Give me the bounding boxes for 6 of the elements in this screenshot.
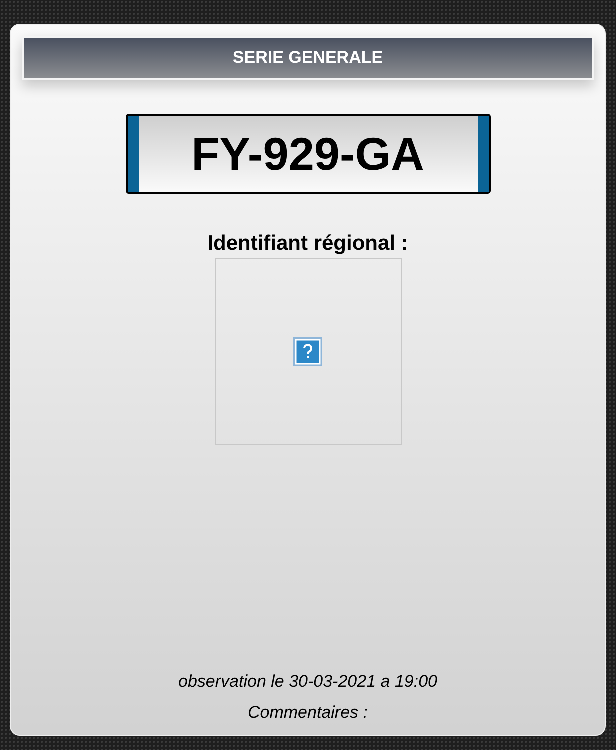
regional-identifier-label: Identifiant régional : (208, 232, 408, 256)
plate-number: FY-929-GA (190, 127, 426, 182)
header-title: SERIE GENERALE (232, 48, 384, 68)
comments-label: Commentaires : (248, 703, 368, 723)
broken-image-icon (293, 336, 323, 366)
observation-date: observation le 30-03-2021 a 19:00 (178, 672, 438, 692)
